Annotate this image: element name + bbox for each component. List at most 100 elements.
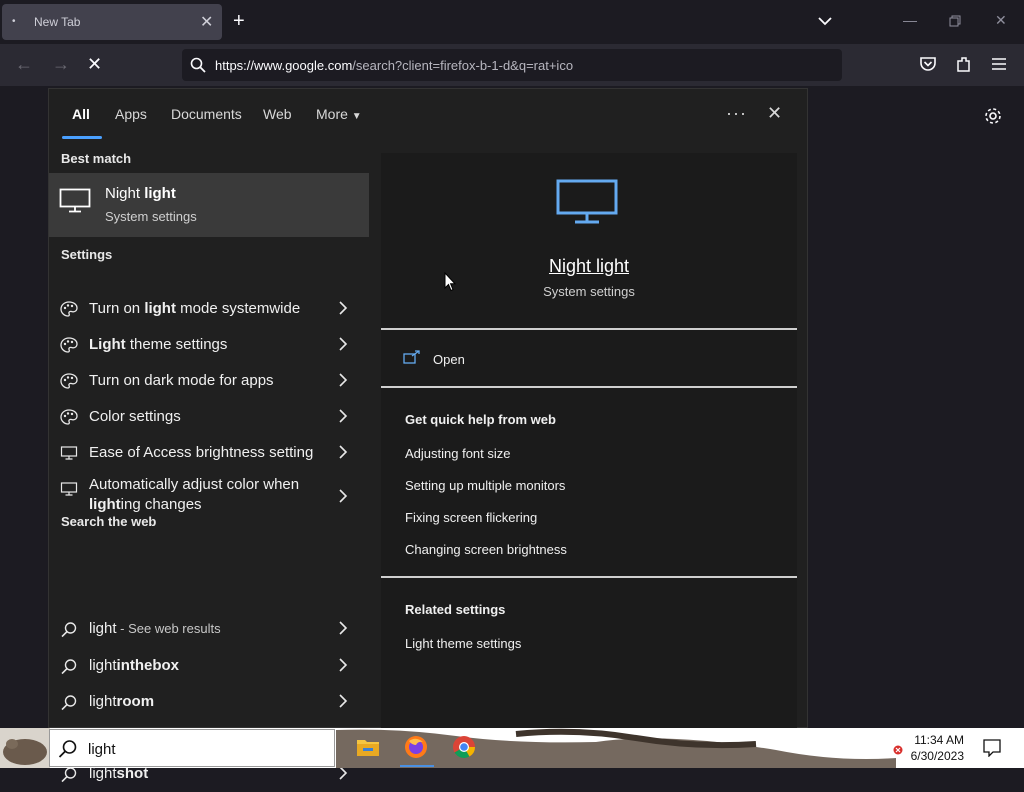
url-bar[interactable]: https://www.google.com/search?client=fir… <box>182 49 842 81</box>
open-external-icon <box>403 350 420 364</box>
search-icon <box>61 695 77 711</box>
best-match-title: Night light <box>105 185 176 202</box>
search-filter-tabs: All Apps Documents Web More ▼ ··· ✕ <box>49 89 807 141</box>
notifications-icon[interactable] <box>983 739 1001 757</box>
forward-button[interactable]: → <box>52 54 70 75</box>
taskbar-search-box[interactable]: light <box>49 729 335 767</box>
tab-all[interactable]: All <box>72 106 90 122</box>
tab-close-button[interactable]: ✕ <box>200 12 213 32</box>
settings-result-label: Light theme settings <box>89 336 228 353</box>
search-icon <box>61 659 77 675</box>
search-web-header: Search the web <box>61 514 157 529</box>
settings-result[interactable]: Light theme settings <box>49 327 369 363</box>
settings-result-label: Ease of Access brightness setting <box>89 444 314 461</box>
list-tabs-chevron-icon[interactable] <box>816 12 834 30</box>
tab-documents[interactable]: Documents <box>171 106 242 122</box>
taskbar-clock[interactable]: 11:34 AM 6/30/2023 <box>908 732 964 764</box>
settings-result[interactable]: Ease of Access brightness setting <box>49 435 369 471</box>
mouse-cursor-icon <box>444 272 456 292</box>
url-text: https://www.google.com/search?client=fir… <box>215 58 574 73</box>
chevron-right-icon[interactable] <box>337 300 349 316</box>
settings-result-label: Color settings <box>89 408 181 425</box>
page-settings-gear-icon[interactable] <box>983 106 1003 126</box>
chevron-right-icon[interactable] <box>337 693 349 709</box>
active-tab-indicator <box>62 136 102 139</box>
chevron-right-icon[interactable] <box>337 336 349 352</box>
results-list: Best match Night light System settings S… <box>49 141 369 783</box>
divider <box>381 328 797 330</box>
monitor-icon <box>59 188 91 213</box>
stop-loading-button[interactable]: ✕ <box>87 54 102 75</box>
tab-apps[interactable]: Apps <box>115 106 147 122</box>
taskbar-search-input[interactable]: light <box>88 741 116 758</box>
clock-time: 11:34 AM <box>914 733 964 747</box>
web-result[interactable]: lightroom <box>49 684 369 720</box>
chevron-right-icon[interactable] <box>337 620 349 636</box>
restore-button[interactable] <box>949 15 961 27</box>
settings-result[interactable]: Turn on light mode systemwide <box>49 291 369 327</box>
back-button[interactable]: ← <box>15 54 33 75</box>
clock-date: 6/30/2023 <box>910 749 964 763</box>
quick-help-link[interactable]: Adjusting font size <box>405 446 511 461</box>
tab-more[interactable]: More ▼ <box>316 106 362 122</box>
browser-tab[interactable]: • New Tab ✕ <box>2 4 222 40</box>
settings-result-label: Turn on dark mode for apps <box>89 372 274 389</box>
web-result[interactable]: lightinthebox <box>49 648 369 684</box>
chevron-right-icon[interactable] <box>337 408 349 424</box>
settings-result[interactable]: Color settings <box>49 399 369 435</box>
palette-icon <box>60 301 78 317</box>
network-error-icon[interactable] <box>893 745 903 755</box>
chevron-right-icon[interactable] <box>337 372 349 388</box>
rat-wallpaper-image <box>0 728 50 768</box>
minimize-button[interactable]: — <box>903 12 917 28</box>
related-settings-link[interactable]: Light theme settings <box>405 636 521 651</box>
palette-icon <box>60 373 78 389</box>
chevron-right-icon[interactable] <box>337 657 349 673</box>
open-label: Open <box>433 352 465 367</box>
settings-result-label: Automatically adjust color when lighting… <box>89 476 300 513</box>
settings-result[interactable]: Turn on dark mode for apps <box>49 363 369 399</box>
caret-down-icon: ▼ <box>351 111 362 122</box>
tab-strip: • New Tab ✕ + — ✕ <box>0 0 1024 44</box>
related-settings-header: Related settings <box>405 602 506 617</box>
palette-icon <box>60 337 78 353</box>
search-icon <box>58 740 77 758</box>
quick-help-link[interactable]: Setting up multiple monitors <box>405 478 565 493</box>
palette-icon <box>60 409 78 425</box>
window-close-button[interactable]: ✕ <box>995 12 1007 29</box>
best-match-subtitle: System settings <box>105 209 197 224</box>
taskbar: light 11:34 AM 6/30/2023 <box>0 728 1024 768</box>
chevron-right-icon[interactable] <box>337 488 349 504</box>
tab-title: New Tab <box>34 15 81 29</box>
preview-pane: Night light System settings Open Get qui… <box>381 153 797 729</box>
extensions-icon[interactable] <box>955 55 973 73</box>
loading-dot-icon: • <box>12 16 16 27</box>
best-match-result[interactable]: Night light System settings <box>49 173 369 237</box>
quick-help-link[interactable]: Changing screen brightness <box>405 542 567 557</box>
best-match-header: Best match <box>61 151 132 166</box>
search-icon <box>61 622 77 638</box>
navigation-toolbar: ← → ✕ https://www.google.com/search?clie… <box>0 44 1024 86</box>
file-explorer-icon[interactable] <box>356 735 380 759</box>
flyout-close-button[interactable]: ✕ <box>767 103 782 124</box>
tab-web[interactable]: Web <box>263 106 292 122</box>
web-result-label: lightinthebox <box>89 657 180 674</box>
menu-icon[interactable] <box>991 57 1007 71</box>
search-icon <box>190 57 206 73</box>
pocket-icon[interactable] <box>919 55 937 73</box>
more-options-icon[interactable]: ··· <box>726 103 747 124</box>
quick-help-header: Get quick help from web <box>405 412 556 427</box>
settings-result-label: Turn on light mode systemwide <box>89 300 301 317</box>
chevron-right-icon[interactable] <box>337 444 349 460</box>
quick-help-link[interactable]: Fixing screen flickering <box>405 510 537 525</box>
divider <box>381 386 797 388</box>
monitor-icon <box>60 446 78 460</box>
monitor-icon <box>60 482 78 496</box>
web-result-label: light - See web results <box>89 620 221 637</box>
new-tab-button[interactable]: + <box>233 10 245 33</box>
firefox-icon[interactable] <box>404 735 428 759</box>
search-icon <box>61 767 77 783</box>
monitor-icon <box>556 179 618 224</box>
web-result[interactable]: light - See web results <box>49 611 369 647</box>
chrome-icon[interactable] <box>452 735 476 759</box>
